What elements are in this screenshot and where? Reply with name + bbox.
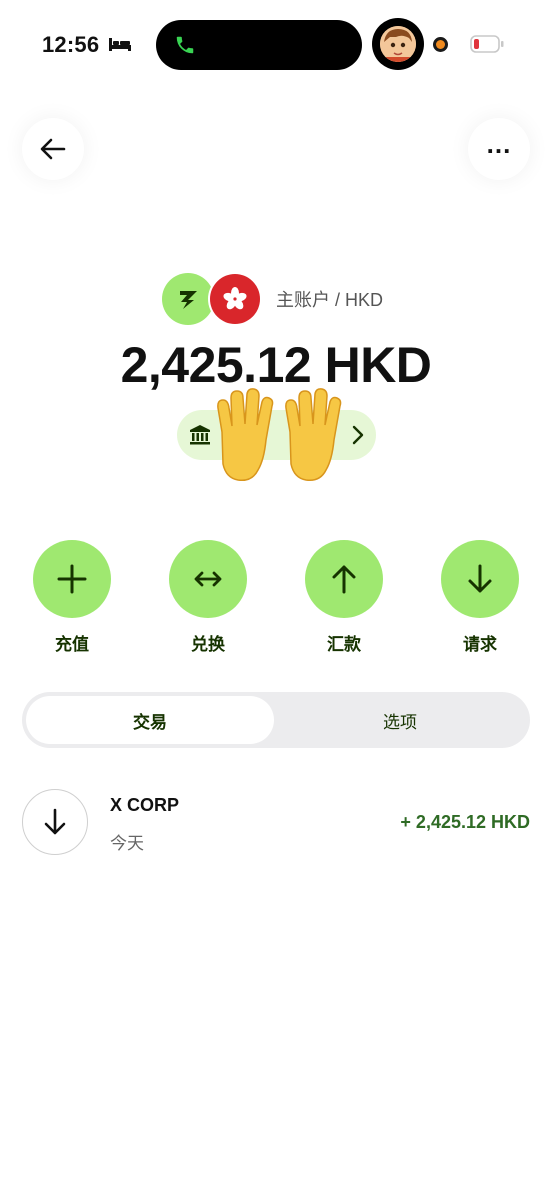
hong-kong-flag-icon: [208, 272, 262, 326]
more-horizontal-icon: ...: [486, 129, 512, 159]
convert-label: 兑换: [191, 635, 225, 654]
exchange-arrows-icon: [169, 540, 247, 618]
avatar[interactable]: [372, 18, 424, 70]
more-options-button[interactable]: ...: [468, 118, 530, 180]
raised-hands-emoji: [217, 388, 342, 482]
send-button[interactable]: 汇款: [305, 540, 383, 655]
arrow-down-icon: [441, 540, 519, 618]
convert-button[interactable]: 兑换: [169, 540, 247, 655]
topup-label: 充值: [55, 635, 89, 654]
arrow-up-icon: [305, 540, 383, 618]
account-header: 主账户 / HKD: [162, 272, 383, 326]
tab-switcher: 交易 选项: [22, 692, 530, 748]
wise-logo: [162, 273, 214, 325]
back-button[interactable]: [22, 118, 84, 180]
phone-icon: [176, 36, 194, 54]
avatar-image: [380, 26, 416, 62]
send-label: 汇款: [327, 635, 361, 654]
arrow-left-icon: [40, 138, 66, 160]
account-label: 主账户 / HKD: [276, 290, 384, 310]
arrow-down-icon: [22, 789, 88, 855]
bed-icon: [109, 38, 131, 51]
transaction-amount: + 2,425.12 HKD: [400, 812, 530, 832]
request-label: 请求: [463, 635, 497, 654]
topup-button[interactable]: 充值: [33, 540, 111, 655]
tab-transactions[interactable]: 交易: [26, 696, 274, 744]
battery-low-icon: [470, 35, 504, 53]
tab-options[interactable]: 选项: [274, 696, 526, 744]
dynamic-island[interactable]: [156, 20, 362, 70]
transaction-date: 今天: [110, 834, 144, 853]
plus-icon: [33, 540, 111, 618]
status-time: 12:56: [42, 32, 100, 57]
request-button[interactable]: 请求: [441, 540, 519, 655]
transaction-name: X CORP: [110, 795, 180, 815]
recording-dot-icon: [433, 37, 448, 52]
app-screen: 12:56 ... 主账户 / HKD 2,425.12 HKD 充值 兑换 汇…: [0, 0, 552, 1200]
